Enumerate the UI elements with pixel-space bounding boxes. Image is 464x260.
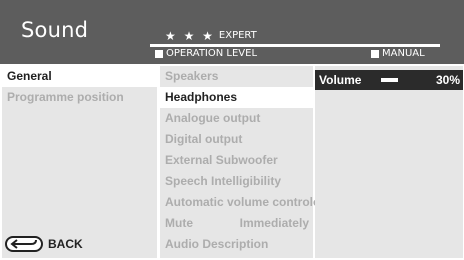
square-icon <box>155 50 163 58</box>
back-label: BACK <box>48 237 83 251</box>
menu-item-speech-intelligibility[interactable]: Speech Intelligibility <box>160 171 313 192</box>
category-menu: General Programme position BACK <box>2 66 157 258</box>
menu-item-external-subwoofer[interactable]: External Subwoofer <box>160 150 313 171</box>
volume-setting[interactable]: Volume 30% <box>315 70 463 90</box>
menu-item-label: Mute <box>165 216 193 230</box>
square-icon <box>371 50 379 58</box>
menu-item-programme-position[interactable]: Programme position <box>2 87 157 108</box>
legend-operation-level: OPERATION LEVEL <box>155 48 257 60</box>
volume-level-bar[interactable] <box>381 78 398 82</box>
legend-manual-label: MANUAL <box>382 48 425 59</box>
menu-item-analogue-output[interactable]: Analogue output <box>160 108 313 129</box>
back-button[interactable]: BACK <box>5 236 83 252</box>
header-bar: Sound ★ ★ ★ EXPERT OPERATION LEVEL MANUA… <box>0 0 464 64</box>
level-divider <box>150 44 440 47</box>
menu-item-automatic-volume-control[interactable]: Automatic volume control on <box>160 192 328 213</box>
legend-operation-label: OPERATION LEVEL <box>166 48 258 59</box>
menu-item-label: Speech Intelligibility <box>165 174 282 188</box>
menu-item-general[interactable]: General <box>2 66 157 87</box>
sound-settings-screen: Sound ★ ★ ★ EXPERT OPERATION LEVEL MANUA… <box>0 0 464 260</box>
menu-item-label: Headphones <box>165 90 238 104</box>
menu-item-label: Audio Description <box>165 237 269 251</box>
level-stars-icon: ★ ★ ★ <box>165 29 215 43</box>
menu-item-mute[interactable]: Mute Immediately <box>160 213 313 234</box>
menu-item-audio-description[interactable]: Audio Description <box>160 234 313 255</box>
back-arrow-icon <box>5 236 43 252</box>
menu-item-headphones[interactable]: Headphones <box>160 87 313 108</box>
menu-item-label: General <box>7 69 52 83</box>
level-name: EXPERT <box>218 30 257 41</box>
menu-item-digital-output[interactable]: Digital output <box>160 129 313 150</box>
menu-item-speakers[interactable]: Speakers <box>160 66 313 87</box>
menu-item-label: Analogue output <box>165 111 261 125</box>
volume-label: Volume <box>319 73 362 87</box>
menu-item-label: Digital output <box>165 132 243 146</box>
menu-item-label: Speakers <box>165 69 219 83</box>
menu-item-label: External Subwoofer <box>165 153 278 167</box>
operation-level-indicator: ★ ★ ★ EXPERT <box>165 30 257 42</box>
volume-value: 30% <box>435 73 460 87</box>
menu-item-label: Programme position <box>7 90 124 104</box>
menu-item-label: Automatic volume control <box>165 195 314 209</box>
sound-submenu: Speakers Headphones Analogue output Digi… <box>160 66 328 258</box>
legend-manual: MANUAL <box>371 48 425 60</box>
page-title: Sound <box>21 18 89 42</box>
menu-item-value: Immediately <box>239 216 309 230</box>
detail-panel: Volume 30% <box>315 66 463 258</box>
